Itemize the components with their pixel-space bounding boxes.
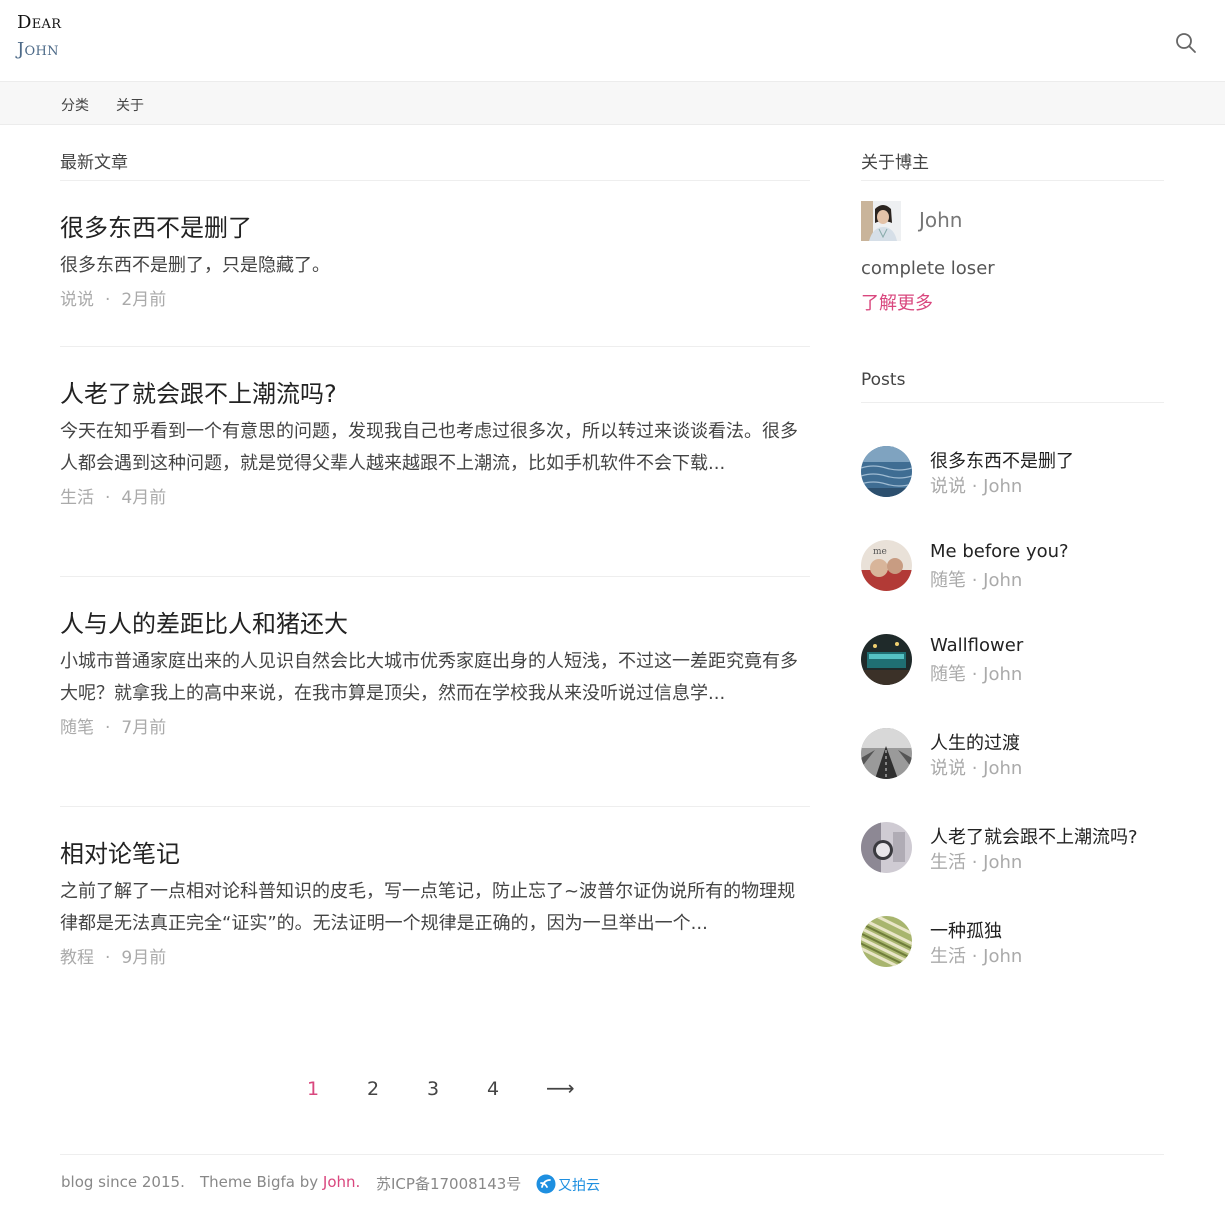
sidebar-post-title[interactable]: 一种孤独 — [930, 917, 1002, 943]
post-thumbnail[interactable] — [861, 822, 912, 873]
footer-theme-prefix: Theme Bigfa by — [200, 1173, 323, 1191]
arrow-right-icon[interactable]: ⟶ — [546, 1076, 575, 1100]
sidebar-post-title[interactable]: 人生的过渡 — [930, 729, 1020, 755]
sidebar-post-title[interactable]: Wallflower — [930, 635, 1023, 656]
sidebar-post-item[interactable]: 人老了就会跟不上潮流吗? 生活 · John — [861, 822, 1164, 874]
post-meta: 随笔 · 7月前 — [60, 716, 810, 740]
svg-text:me: me — [873, 547, 887, 557]
post-time: 9月前 — [121, 948, 167, 968]
post-excerpt: 小城市普通家庭出来的人见识自然会比大城市优秀家庭出身的人短浅，不过这一差距究竟有… — [60, 651, 798, 704]
post-thumbnail[interactable]: me — [861, 540, 912, 591]
post-item: 相对论笔记 之前了解了一点相对论科普知识的皮毛，写一点笔记，防止忘了~波普尔证伪… — [60, 838, 810, 1018]
post-item: 很多东西不是删了 很多东西不是删了，只是隐藏了。 说说 · 2月前 — [60, 212, 810, 347]
page-3-link[interactable]: 3 — [427, 1078, 439, 1100]
post-category[interactable]: 生活 — [60, 488, 94, 508]
footer-icp-link[interactable]: 苏ICP备17008143号 — [376, 1173, 521, 1194]
author-name[interactable]: John — [919, 208, 963, 232]
post-time: 2月前 — [121, 290, 167, 310]
post-title[interactable]: 人与人的差距比人和猪还大 — [60, 608, 810, 640]
post-meta: 说说 · 2月前 — [60, 288, 810, 312]
post-category[interactable]: 随笔 — [60, 718, 94, 738]
post-time: 7月前 — [121, 718, 167, 738]
footer-theme-author-link[interactable]: John. — [323, 1173, 360, 1191]
nav-item-categories[interactable]: 分类 — [61, 95, 89, 115]
post-title[interactable]: 人老了就会跟不上潮流吗? — [60, 378, 810, 410]
footer-since: blog since 2015. — [61, 1173, 185, 1191]
post-item: 人老了就会跟不上潮流吗? 今天在知乎看到一个有意思的问题，发现我自己也考虑过很多… — [60, 378, 810, 577]
posts-title: Posts — [861, 370, 1164, 403]
post-meta: 生活 · 4月前 — [60, 486, 810, 510]
sidebar-post-item[interactable]: 人生的过渡 说说 · John — [861, 728, 1164, 780]
nav-bar: 分类 关于 — [0, 82, 1225, 125]
sidebar-post-title[interactable]: Me before you? — [930, 541, 1069, 562]
site-footer: blog since 2015. Theme Bigfa by John. 苏I… — [60, 1154, 1164, 1215]
meta-separator: · — [105, 718, 111, 738]
pagination: 1 2 3 4 ⟶ — [0, 1076, 1225, 1108]
post-thumbnail[interactable] — [861, 728, 912, 779]
sidebar-post-item[interactable]: Wallflower 随笔 · John — [861, 634, 1164, 686]
author-card: John — [861, 201, 1164, 241]
sidebar-post-item[interactable]: 很多东西不是删了 说说 · John — [861, 446, 1164, 498]
learn-more-link[interactable]: 了解更多 — [861, 289, 933, 315]
post-time: 4月前 — [121, 488, 167, 508]
post-meta: 教程 · 9月前 — [60, 946, 810, 970]
logo-line2: John — [17, 39, 59, 60]
meta-separator: · — [105, 488, 111, 508]
post-thumbnail[interactable] — [861, 916, 912, 967]
post-excerpt: 今天在知乎看到一个有意思的问题，发现我自己也考虑过很多次，所以转过来谈谈看法。很… — [60, 421, 798, 474]
post-excerpt: 之前了解了一点相对论科普知识的皮毛，写一点笔记，防止忘了~波普尔证伪说所有的物理… — [60, 881, 796, 934]
footer-theme: Theme Bigfa by John. — [200, 1173, 360, 1191]
avatar[interactable] — [861, 201, 901, 241]
site-logo[interactable]: Dear John — [17, 14, 61, 59]
sidebar-post-meta: 说说 · John — [930, 476, 1023, 497]
post-title[interactable]: 很多东西不是删了 — [60, 212, 810, 244]
cdn-label: 又拍云 — [558, 1178, 600, 1194]
page-1-link[interactable]: 1 — [307, 1078, 319, 1100]
post-title[interactable]: 相对论笔记 — [60, 838, 810, 870]
about-title: 关于博主 — [861, 148, 1164, 181]
sidebar-post-title[interactable]: 人老了就会跟不上潮流吗? — [930, 823, 1138, 849]
sidebar-post-meta: 生活 · John — [930, 852, 1023, 873]
sidebar-post-title[interactable]: 很多东西不是删了 — [930, 447, 1074, 473]
meta-separator: · — [105, 948, 111, 968]
sidebar-post-meta: 生活 · John — [930, 946, 1023, 967]
sidebar-post-meta: 随笔 · John — [930, 570, 1023, 591]
post-category[interactable]: 教程 — [60, 948, 94, 968]
sidebar-post-meta: 说说 · John — [930, 758, 1023, 779]
post-item: 人与人的差距比人和猪还大 小城市普通家庭出来的人见识自然会比大城市优秀家庭出身的… — [60, 608, 810, 807]
post-category[interactable]: 说说 — [60, 290, 94, 310]
page-2-link[interactable]: 2 — [367, 1078, 379, 1100]
sidebar-post-meta: 随笔 · John — [930, 664, 1023, 685]
upyun-logo-icon — [536, 1174, 556, 1194]
sidebar-post-item[interactable]: me Me before you? 随笔 · John — [861, 540, 1164, 592]
sidebar-post-item[interactable]: 一种孤独 生活 · John — [861, 916, 1164, 968]
post-excerpt: 很多东西不是删了，只是隐藏了。 — [60, 255, 330, 276]
post-thumbnail[interactable] — [861, 634, 912, 685]
author-bio: complete loser — [861, 258, 995, 279]
site-header: Dear John — [0, 0, 1225, 82]
nav-item-about[interactable]: 关于 — [116, 95, 144, 115]
post-thumbnail[interactable] — [861, 446, 912, 497]
section-title: 最新文章 — [60, 148, 810, 181]
search-icon[interactable] — [1175, 32, 1197, 54]
page-4-link[interactable]: 4 — [487, 1078, 499, 1100]
logo-line1: Dear — [17, 12, 62, 33]
meta-separator: · — [105, 290, 111, 310]
